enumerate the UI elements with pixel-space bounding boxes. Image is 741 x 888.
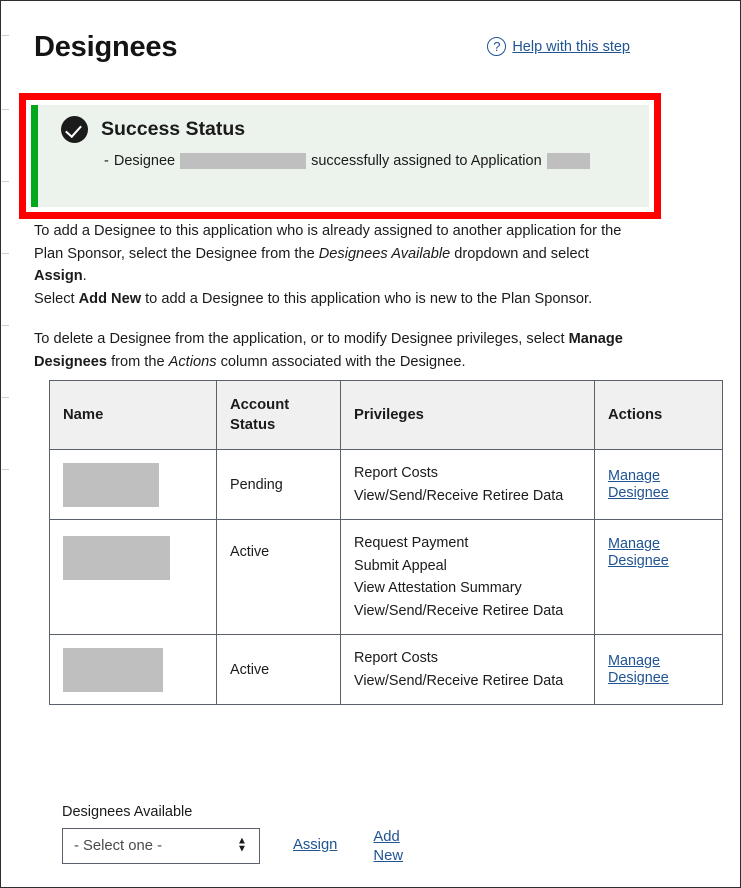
add-new-button[interactable]: Add New	[373, 828, 407, 866]
privileges-list: Report Costs View/Send/Receive Retiree D…	[354, 647, 581, 692]
instruction-p1-italic: Designees Available	[319, 246, 450, 262]
add-new-line1: Add	[373, 829, 399, 845]
page-title: Designees	[34, 31, 177, 64]
designees-page: Designees ? Help with this step Success …	[0, 0, 741, 888]
column-header-name: Name	[50, 381, 217, 450]
select-value: - Select one -	[74, 838, 162, 854]
instruction-p2-part3: column associated with the Designee.	[217, 354, 466, 370]
instruction-p2-part1: To delete a Designee from the applicatio…	[34, 331, 569, 347]
alert-message: - Designee successfully assigned to Appl…	[38, 153, 649, 169]
alert-message-middle: successfully assigned to Application	[311, 153, 542, 169]
instruction-p2-part2: from the	[107, 354, 169, 370]
instructions-block: To add a Designee to this application wh…	[34, 220, 630, 391]
cell-privileges: Request Payment Submit Appeal View Attes…	[341, 520, 595, 635]
edge-tick	[2, 325, 9, 326]
check-circle-icon	[61, 116, 88, 143]
column-header-actions: Actions	[595, 381, 723, 450]
redacted-application-id	[547, 153, 590, 169]
redacted-name	[63, 648, 163, 692]
redacted-name	[63, 536, 170, 580]
table-header: Name Account Status Privileges Actions	[50, 381, 723, 450]
cell-status: Active	[217, 635, 341, 705]
manage-designee-link[interactable]: Manage Designee	[608, 468, 709, 502]
cell-status: Pending	[217, 450, 341, 520]
redacted-designee-name	[180, 153, 306, 169]
table-row: Active Report Costs View/Send/Receive Re…	[50, 635, 723, 705]
cell-actions: Manage Designee	[595, 635, 723, 705]
column-header-status: Account Status	[217, 381, 341, 450]
instruction-p1-part3: .	[83, 268, 87, 284]
cell-name	[50, 450, 217, 520]
cell-privileges: Report Costs View/Send/Receive Retiree D…	[341, 635, 595, 705]
help-with-this-step[interactable]: ? Help with this step	[487, 37, 630, 56]
privileges-list: Report Costs View/Send/Receive Retiree D…	[354, 462, 581, 507]
privilege-item: Submit Appeal	[354, 555, 581, 578]
manage-designee-link[interactable]: Manage Designee	[608, 536, 709, 570]
edge-tick	[2, 181, 9, 182]
instruction-p1-line3-bold: Add New	[79, 291, 141, 307]
alert-bullet: -	[104, 153, 109, 169]
privilege-item: Report Costs	[354, 462, 581, 485]
question-mark-circle-icon: ?	[487, 37, 506, 56]
privilege-item: View/Send/Receive Retiree Data	[354, 600, 581, 623]
cell-actions: Manage Designee	[595, 450, 723, 520]
assign-button[interactable]: Assign	[293, 837, 337, 853]
select-arrows-icon: ▲▼	[237, 838, 246, 855]
table-header-row: Name Account Status Privileges Actions	[50, 381, 723, 450]
instruction-p1-line3-part1: Select	[34, 291, 79, 307]
edge-tick	[2, 109, 9, 110]
add-new-line2: New	[373, 848, 403, 864]
designees-table: Name Account Status Privileges Actions P…	[49, 380, 723, 705]
privilege-item: View Attestation Summary	[354, 577, 581, 600]
cell-status: Active	[217, 520, 341, 635]
instruction-paragraph-1: To add a Designee to this application wh…	[34, 220, 630, 310]
instruction-p1-bold: Assign	[34, 268, 83, 284]
alert-message-prefix: Designee	[114, 153, 175, 169]
designees-available-select[interactable]: - Select one - ▲▼	[62, 828, 260, 864]
cell-name	[50, 520, 217, 635]
table-row: Pending Report Costs View/Send/Receive R…	[50, 450, 723, 520]
instruction-paragraph-2: To delete a Designee from the applicatio…	[34, 328, 630, 373]
privileges-list: Request Payment Submit Appeal View Attes…	[354, 532, 581, 622]
cell-privileges: Report Costs View/Send/Receive Retiree D…	[341, 450, 595, 520]
edge-tick	[2, 35, 9, 36]
table-row: Active Request Payment Submit Appeal Vie…	[50, 520, 723, 635]
success-status-alert: Success Status - Designee successfully a…	[31, 105, 649, 207]
instruction-p1-part2: dropdown and select	[450, 246, 589, 262]
alert-header: Success Status	[38, 116, 649, 143]
column-header-privileges: Privileges	[341, 381, 595, 450]
designees-available-label: Designees Available	[62, 804, 407, 820]
help-link-label[interactable]: Help with this step	[512, 39, 630, 55]
cell-actions: Manage Designee	[595, 520, 723, 635]
instruction-p1-line3-part2: to add a Designee to this application wh…	[141, 291, 592, 307]
alert-title: Success Status	[101, 118, 245, 141]
redacted-name	[63, 463, 159, 507]
privilege-item: Request Payment	[354, 532, 581, 555]
designee-assignment-controls: Designees Available - Select one - ▲▼ As…	[62, 804, 407, 866]
privilege-item: Report Costs	[354, 647, 581, 670]
privilege-item: View/Send/Receive Retiree Data	[354, 670, 581, 693]
manage-designee-link[interactable]: Manage Designee	[608, 653, 709, 687]
edge-tick	[2, 469, 9, 470]
privilege-item: View/Send/Receive Retiree Data	[354, 485, 581, 508]
control-row: - Select one - ▲▼ Assign Add New	[62, 828, 407, 866]
table-body: Pending Report Costs View/Send/Receive R…	[50, 450, 723, 705]
cell-name	[50, 635, 217, 705]
instruction-p2-italic: Actions	[169, 354, 217, 370]
edge-tick	[2, 253, 9, 254]
edge-tick	[2, 397, 9, 398]
